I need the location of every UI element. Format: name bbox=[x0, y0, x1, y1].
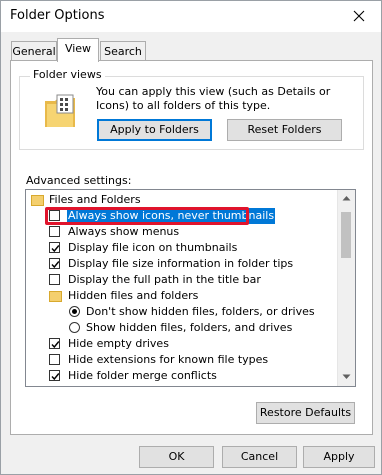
tab-search[interactable]: Search bbox=[100, 41, 146, 61]
title-bar: Folder Options bbox=[1, 1, 381, 32]
folder-icon bbox=[49, 291, 62, 302]
tab-view[interactable]: View bbox=[57, 38, 99, 62]
checkmark-icon bbox=[51, 373, 60, 381]
checkbox[interactable] bbox=[49, 274, 60, 285]
tree-item-label: Display the full path in the title bar bbox=[68, 273, 261, 286]
tree-item-label: Don't show hidden files, folders, or dri… bbox=[86, 305, 315, 318]
radio-selected[interactable] bbox=[69, 306, 80, 317]
folder-icon bbox=[31, 195, 44, 206]
tree-item-label: Display file icon on thumbnails bbox=[68, 241, 238, 254]
checkmark-icon bbox=[51, 341, 60, 349]
checkbox-checked[interactable] bbox=[49, 370, 60, 381]
tree-item-label: Always show menus bbox=[68, 225, 180, 238]
tree-item-label: Files and Folders bbox=[49, 193, 141, 206]
vertical-scrollbar[interactable] bbox=[337, 190, 355, 386]
apply-to-folders-button[interactable]: Apply to Folders bbox=[97, 119, 212, 141]
checkmark-icon bbox=[51, 261, 60, 269]
folder-views-icon bbox=[45, 94, 75, 127]
close-button[interactable] bbox=[337, 1, 381, 32]
checkbox[interactable] bbox=[49, 226, 60, 237]
highlight-annotation bbox=[45, 207, 249, 225]
tree-item-label: Hide folder merge conflicts bbox=[68, 369, 217, 382]
checkbox-checked[interactable] bbox=[49, 242, 60, 253]
scrollbar-thumb[interactable] bbox=[341, 212, 351, 258]
tree-item-label: Display file size information in folder … bbox=[68, 257, 294, 270]
folder-views-description: You can apply this view (such as Details… bbox=[96, 85, 331, 112]
tree-item-label: Hide empty drives bbox=[68, 337, 169, 350]
ok-button[interactable]: OK bbox=[139, 446, 214, 468]
reset-folders-button[interactable]: Reset Folders bbox=[227, 119, 342, 141]
window-title: Folder Options bbox=[10, 8, 105, 23]
tab-general[interactable]: General bbox=[11, 41, 57, 61]
advanced-settings-label: Advanced settings: bbox=[26, 174, 132, 187]
tree-item-label: Show hidden files, folders, and drives bbox=[86, 321, 293, 334]
cancel-button[interactable]: Cancel bbox=[222, 446, 297, 468]
restore-defaults-button[interactable]: Restore Defaults bbox=[256, 402, 355, 424]
checkmark-icon bbox=[51, 245, 60, 253]
checkbox[interactable] bbox=[49, 354, 60, 365]
radio[interactable] bbox=[69, 322, 80, 333]
scroll-down-arrow-icon[interactable] bbox=[342, 374, 351, 380]
apply-button[interactable]: Apply bbox=[303, 446, 375, 468]
checkbox-checked[interactable] bbox=[49, 258, 60, 269]
folder-views-label: Folder views bbox=[30, 68, 105, 81]
tree-item-label: Hidden files and folders bbox=[68, 289, 199, 302]
close-icon bbox=[353, 10, 365, 22]
scroll-up-arrow-icon[interactable] bbox=[342, 195, 351, 201]
tree-item-label: Hide extensions for known file types bbox=[68, 353, 269, 366]
folder-options-window: Folder Options General View Search Folde… bbox=[0, 0, 382, 475]
checkbox-checked[interactable] bbox=[49, 338, 60, 349]
